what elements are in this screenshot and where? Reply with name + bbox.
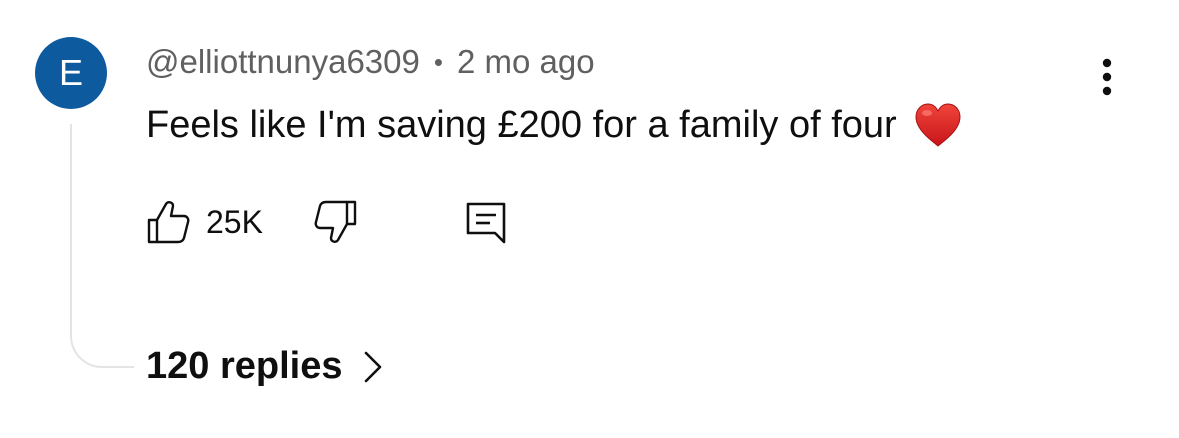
comment-text-row: Feels like I'm saving £200 for a family … [146, 101, 963, 149]
avatar[interactable]: E [35, 37, 107, 109]
replies-count-label: 120 replies [146, 345, 343, 387]
timestamp[interactable]: 2 mo ago [457, 43, 595, 81]
thread-line [70, 124, 134, 368]
heart-emoji-icon [915, 103, 961, 147]
like-count: 25K [206, 204, 263, 240]
comment-meta: @elliottnunya6309 • 2 mo ago [146, 43, 595, 81]
thumbs-down-icon [314, 200, 357, 243]
thumbs-up-icon [147, 201, 190, 244]
vertical-dots-icon [1102, 58, 1112, 96]
avatar-letter: E [58, 52, 83, 93]
meta-separator: • [433, 46, 443, 77]
comment-text: Feels like I'm saving £200 for a family … [146, 103, 897, 146]
username[interactable]: @elliottnunya6309 [146, 43, 420, 81]
reply-button[interactable] [464, 198, 508, 246]
dislike-button[interactable] [314, 198, 358, 246]
view-replies-button[interactable]: 120 replies [146, 345, 384, 388]
like-button[interactable] [146, 198, 190, 246]
more-options-button[interactable] [1090, 52, 1124, 102]
comment-bubble-icon [466, 202, 506, 244]
chevron-right-icon [365, 351, 382, 382]
